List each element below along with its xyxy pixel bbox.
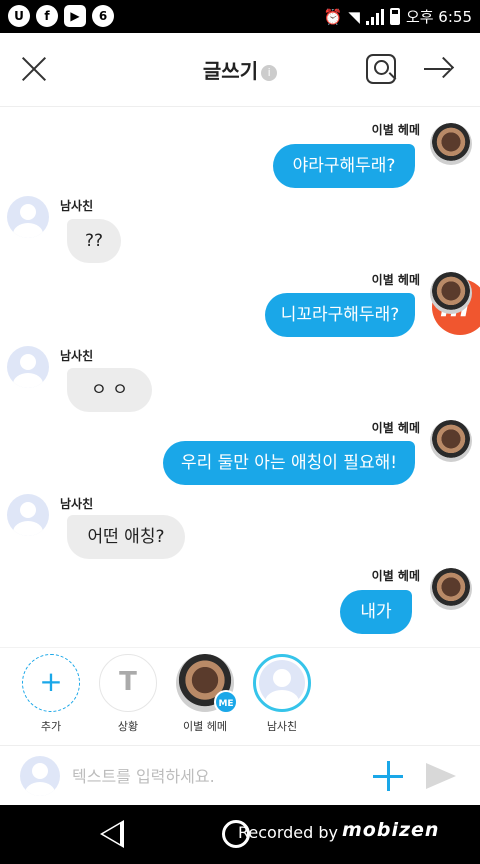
avatar[interactable]: ME bbox=[176, 654, 238, 714]
speaker-label: 남사친 bbox=[266, 720, 298, 733]
message-bubble[interactable]: 니꼬라구해두래? bbox=[265, 293, 415, 337]
sender-name: 이별 헤메 bbox=[371, 421, 420, 435]
speaker-selector: + 추가 T 상황 ME 이별 헤메 남사친 bbox=[0, 647, 480, 745]
speaker-label: 추가 bbox=[40, 720, 62, 733]
mobizen-logo: mobizen bbox=[342, 819, 440, 841]
next-arrow-icon[interactable] bbox=[424, 56, 455, 81]
title-text: 글쓰기 bbox=[202, 59, 259, 83]
status-bar: U f ▶ 6 ⏰ ◥ 오후 6:55 bbox=[0, 0, 480, 33]
notification-icons: U f ▶ 6 bbox=[8, 5, 114, 27]
chat-area[interactable]: 이별 헤메 야라구해두래? 남사친 ?? m 이별 헤메 니꼬라구해두래? 남사… bbox=[0, 107, 480, 647]
sender-name: 이별 헤메 bbox=[371, 123, 420, 137]
info-icon[interactable]: i bbox=[261, 65, 278, 81]
text-icon[interactable]: T bbox=[99, 654, 157, 712]
wifi-icon: ◥ bbox=[348, 7, 360, 26]
preview-search-icon[interactable] bbox=[366, 54, 400, 84]
message-bubble[interactable]: 내가 bbox=[340, 590, 412, 634]
page-title: 글쓰기 i bbox=[0, 55, 480, 84]
top-bar: 글쓰기 i bbox=[0, 33, 480, 107]
system-status: ⏰ ◥ 오후 6:55 bbox=[324, 6, 472, 27]
recorded-by-text: Recorded by bbox=[238, 823, 338, 842]
message-input[interactable] bbox=[72, 760, 352, 792]
message-bubble[interactable]: 우리 둘만 아는 애칭이 필요해! bbox=[163, 441, 415, 485]
sender-name: 남사친 bbox=[60, 349, 94, 363]
facebook-icon: f bbox=[36, 5, 58, 27]
avatar[interactable] bbox=[7, 494, 49, 536]
app-notification-icon: U bbox=[8, 5, 30, 27]
me-badge: ME bbox=[214, 690, 238, 714]
friend-speaker-button[interactable]: 남사친 bbox=[248, 654, 316, 734]
sender-name: 남사친 bbox=[60, 497, 94, 511]
message-bubble[interactable]: 어떤 애칭? bbox=[67, 515, 185, 559]
input-bar bbox=[0, 745, 480, 805]
message-bubble[interactable]: ?? bbox=[67, 219, 121, 263]
alarm-icon: ⏰ bbox=[323, 7, 343, 26]
signal-icon bbox=[365, 8, 384, 25]
add-speaker-button[interactable]: + 추가 bbox=[17, 654, 85, 734]
app-badge-icon: 6 bbox=[92, 5, 114, 27]
sender-name: 이별 헤메 bbox=[371, 273, 420, 287]
avatar[interactable] bbox=[7, 196, 49, 238]
speaker-label: 상황 bbox=[117, 720, 139, 733]
avatar[interactable] bbox=[430, 123, 472, 165]
plus-icon[interactable] bbox=[373, 761, 403, 791]
speaker-label: 이별 헤메 bbox=[183, 720, 227, 733]
avatar[interactable] bbox=[430, 420, 472, 462]
add-icon[interactable]: + bbox=[22, 654, 80, 712]
situation-speaker-button[interactable]: T 상황 bbox=[94, 654, 162, 734]
sender-name: 남사친 bbox=[60, 199, 94, 213]
clock: 오후 6:55 bbox=[405, 8, 472, 26]
selected-avatar[interactable] bbox=[253, 654, 311, 712]
app-screen: 글쓰기i 이별 헤메 야라구해두래? 남사친 ?? m 이별 헤메 니꼬라구해두… bbox=[0, 33, 480, 805]
message-bubble[interactable]: ㅇ ㅇ bbox=[67, 368, 152, 412]
avatar[interactable] bbox=[430, 272, 472, 314]
battery-icon bbox=[389, 8, 400, 25]
me-speaker-button[interactable]: ME 이별 헤메 bbox=[171, 654, 239, 734]
sender-name: 이별 헤메 bbox=[371, 569, 420, 583]
avatar[interactable] bbox=[430, 568, 472, 610]
send-icon[interactable] bbox=[426, 763, 456, 789]
avatar[interactable] bbox=[7, 346, 49, 388]
youtube-icon: ▶ bbox=[64, 5, 86, 27]
navigation-bar: Recorded by mobizen bbox=[0, 805, 480, 864]
message-bubble[interactable]: 야라구해두래? bbox=[273, 144, 415, 188]
current-speaker-avatar[interactable] bbox=[20, 756, 60, 796]
back-icon[interactable] bbox=[100, 820, 124, 848]
